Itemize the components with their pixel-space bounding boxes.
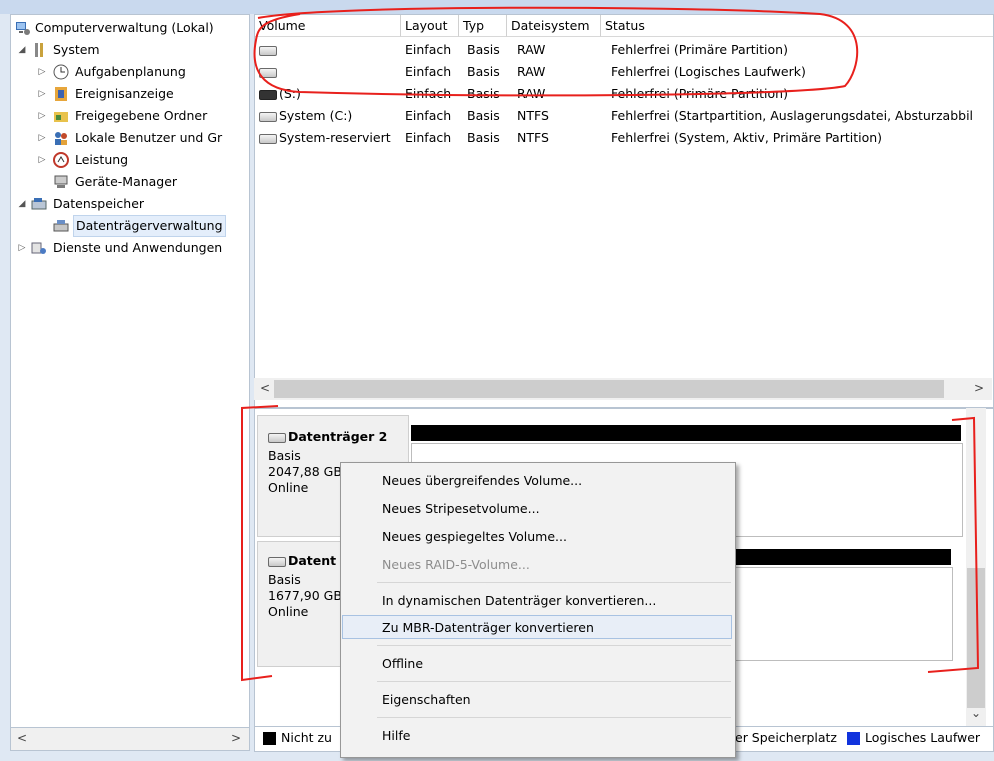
tree-horizontal-scrollbar[interactable]: < > — [10, 727, 250, 751]
scroll-right-icon[interactable]: > — [231, 731, 241, 745]
drive-icon — [259, 111, 277, 122]
table-row[interactable]: (S:) Einfach Basis RAW Fehlerfrei (Primä… — [255, 83, 993, 105]
scroll-right-icon[interactable]: > — [974, 381, 984, 395]
table-row[interactable]: Einfach Basis RAW Fehlerfrei (Primäre Pa… — [255, 39, 993, 61]
performance-icon — [53, 152, 69, 168]
volume-list-horizontal-scrollbar[interactable]: < > — [254, 378, 992, 400]
expander-closed-icon[interactable]: ▷ — [37, 105, 47, 127]
storage-icon — [31, 198, 47, 210]
table-row[interactable]: Einfach Basis RAW Fehlerfrei (Logisches … — [255, 61, 993, 83]
expander-closed-icon[interactable]: ▷ — [37, 61, 47, 83]
menu-item-convert-to-dynamic[interactable]: In dynamischen Datenträger konvertieren.… — [342, 589, 732, 613]
menu-item-offline[interactable]: Offline — [342, 652, 732, 676]
menu-item-convert-to-mbr[interactable]: Zu MBR-Datenträger konvertieren — [342, 615, 732, 639]
scroll-left-icon[interactable]: < — [260, 381, 270, 395]
table-row[interactable]: System (C:) Einfach Basis NTFS Fehlerfre… — [255, 105, 993, 127]
menu-item-new-mirrored-volume[interactable]: Neues gespiegeltes Volume... — [342, 525, 732, 549]
expander-closed-icon[interactable]: ▷ — [37, 149, 47, 171]
table-row[interactable]: System-reserviert Einfach Basis NTFS Feh… — [255, 127, 993, 149]
context-menu: Neues übergreifendes Volume... Neues Str… — [340, 462, 736, 758]
partition-header-bar — [411, 425, 961, 441]
column-header-dateisystem[interactable]: Dateisystem — [507, 15, 601, 37]
disk-icon — [268, 432, 286, 443]
menu-item-help[interactable]: Hilfe — [342, 724, 732, 748]
menu-separator — [377, 717, 731, 718]
legend-logical-drive-swatch — [847, 732, 860, 745]
menu-separator — [377, 681, 731, 682]
scroll-left-icon[interactable]: < — [17, 731, 27, 745]
menu-item-properties[interactable]: Eigenschaften — [342, 688, 732, 712]
column-header-status[interactable]: Status — [601, 15, 993, 37]
shared-folder-icon — [54, 112, 68, 122]
menu-separator — [377, 645, 731, 646]
expander-closed-icon[interactable]: ▷ — [37, 127, 47, 149]
expander-open-icon[interactable]: ◢ — [17, 193, 27, 215]
computer-management-icon — [16, 22, 30, 35]
drive-icon — [259, 45, 277, 56]
event-viewer-icon — [55, 87, 67, 101]
tools-icon — [35, 43, 43, 57]
scroll-down-icon[interactable]: ⌄ — [971, 706, 981, 720]
disk-management-icon — [53, 220, 69, 232]
device-manager-icon — [54, 175, 68, 188]
column-header-typ[interactable]: Typ — [459, 15, 507, 37]
scrollbar-thumb[interactable] — [967, 568, 985, 708]
expander-closed-icon[interactable]: ▷ — [17, 237, 27, 259]
disk-icon — [268, 556, 286, 567]
drive-icon — [259, 89, 277, 100]
volume-list: Volume Layout Typ Dateisystem Status Ein… — [254, 14, 994, 408]
menu-item-new-raid5-volume: Neues RAID-5-Volume... — [382, 557, 530, 572]
drive-icon — [259, 133, 277, 144]
column-header-volume[interactable]: Volume — [255, 15, 401, 37]
clock-icon — [53, 64, 69, 80]
navigation-tree: Computerverwaltung (Lokal) ◢ System ▷ Au… — [10, 14, 250, 728]
users-icon — [55, 132, 67, 145]
scrollbar-thumb[interactable] — [274, 380, 944, 398]
legend-unallocated-swatch — [263, 732, 276, 745]
expander-open-icon[interactable]: ◢ — [17, 39, 27, 61]
menu-item-new-spanned-volume[interactable]: Neues übergreifendes Volume... — [342, 469, 732, 493]
menu-item-new-striped-volume[interactable]: Neues Stripesetvolume... — [342, 497, 732, 521]
services-icon — [31, 242, 46, 254]
expander-closed-icon[interactable]: ▷ — [37, 83, 47, 105]
drive-icon — [259, 67, 277, 78]
column-header-layout[interactable]: Layout — [401, 15, 459, 37]
menu-separator — [377, 582, 731, 583]
top-toolbar-strip — [0, 0, 994, 14]
